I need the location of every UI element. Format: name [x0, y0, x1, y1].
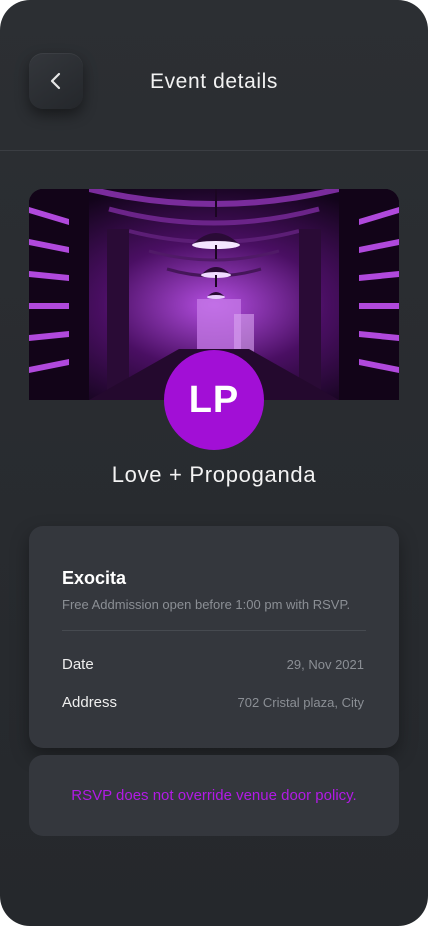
page-title: Event details [149, 70, 279, 93]
date-label: Date [62, 656, 94, 673]
header: Event details [0, 0, 428, 150]
venue-description: Free Addmission open before 1:00 pm with… [62, 597, 351, 612]
rsvp-notice: RSVP does not override venue door policy… [29, 755, 399, 836]
venue-name: Exocita [62, 568, 127, 588]
address-value: 702 Cristal plaza, City [237, 695, 364, 710]
header-divider [0, 150, 428, 151]
venue-card: Exocita Free Addmission open before 1:00… [29, 526, 399, 748]
event-name: Love + Propoganda [111, 462, 317, 487]
date-row: Date 29, Nov 2021 [62, 656, 364, 673]
address-label: Address [62, 694, 118, 711]
phone-screen: Event details LP Love + Propoganda Exoci… [0, 0, 428, 926]
card-divider [62, 630, 366, 631]
date-value: 29, Nov 2021 [286, 657, 364, 672]
event-avatar: LP [164, 350, 264, 450]
address-row: Address 702 Cristal plaza, City [62, 694, 364, 711]
